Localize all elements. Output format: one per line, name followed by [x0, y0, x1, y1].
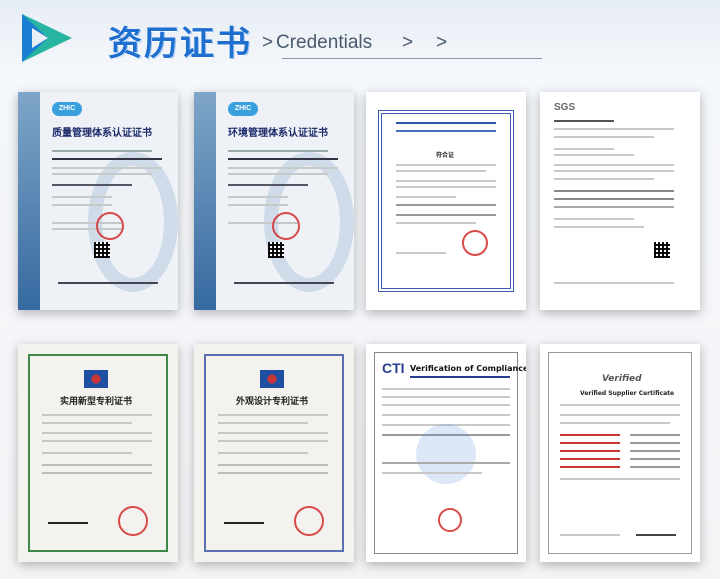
zhic-logo: ZHIC [228, 102, 258, 116]
certificate-title: 环境管理体系认证证书 [228, 128, 328, 139]
section-title: 资历证书 [108, 24, 252, 64]
section-subtitle: Credentials [276, 32, 373, 53]
certificate-title: 实用新型专利证书 [60, 397, 133, 407]
verified-logo: Verified [602, 374, 642, 384]
certificate-card-design-patent[interactable]: 外观设计专利证书 [194, 344, 354, 562]
certificate-card-verified[interactable]: Verified Verified Supplier Certificate [540, 344, 700, 562]
certificate-title: 符合证 [436, 152, 455, 159]
certificate-card-utility-patent[interactable]: 实用新型专利证书 [18, 344, 178, 562]
cti-logo: CTI [382, 360, 405, 376]
certificate-title: 质量管理体系认证证书 [52, 128, 152, 139]
sgs-logo: SGS [554, 102, 576, 113]
certificate-card-environment[interactable]: ZHIC 环境管理体系认证证书 [194, 92, 354, 310]
certificate-title: Verified Supplier Certificate [580, 390, 675, 397]
certificate-title: Verification of Compliance [410, 364, 526, 373]
chevron-right-icon: > [262, 32, 274, 53]
header-divider [282, 58, 542, 59]
chevron-right-icon: > [436, 32, 448, 53]
chevron-right-icon: > [402, 32, 414, 53]
certificate-card-cti[interactable]: CTI Verification of Compliance [366, 344, 526, 562]
certificate-card-sgs[interactable]: SGS [540, 92, 700, 310]
certificate-card-compliance[interactable]: 符合证 [366, 92, 526, 310]
certificate-title: 外观设计专利证书 [236, 397, 309, 407]
zhic-logo: ZHIC [52, 102, 82, 116]
play-logo-icon [22, 14, 72, 62]
certificate-card-quality[interactable]: ZHIC 质量管理体系认证证书 [18, 92, 178, 310]
section-header: 资历证书 > Credentials > > [18, 10, 718, 64]
